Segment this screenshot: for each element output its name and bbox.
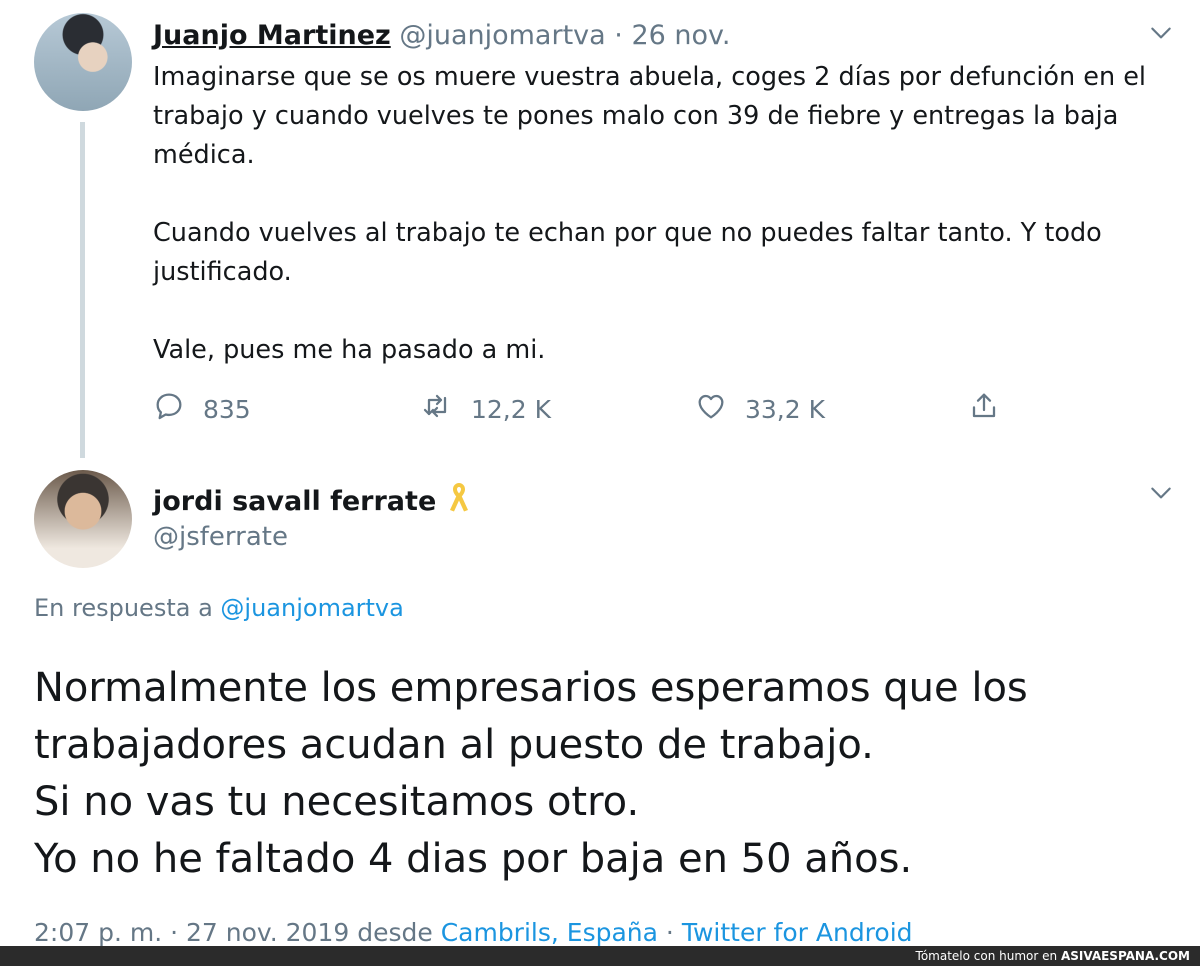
retweet-icon — [421, 390, 453, 428]
chevron-down-icon[interactable] — [1148, 480, 1174, 512]
reply-text: Normalmente los empresarios esperamos qu… — [34, 660, 1174, 888]
tweet-client[interactable]: Twitter for Android — [682, 918, 913, 947]
reply-text-line: trabajadores acudan al puesto de trabajo… — [34, 722, 874, 768]
reply-count: 835 — [203, 394, 251, 424]
tweet-meta: 2:07 p. m. · 27 nov. 2019 desde Cambrils… — [34, 918, 913, 947]
reply-button[interactable]: 835 — [153, 390, 251, 428]
heart-icon — [695, 390, 727, 428]
reply-header: jordi savall ferrate — [153, 480, 472, 525]
tweet-text-line: justificado. — [153, 257, 292, 287]
tweet-actions: 835 12,2 K 33,2 K — [153, 390, 1053, 430]
tweet-header: Juanjo Martinez @juanjomartva · 26 nov. — [153, 18, 731, 54]
thread-line — [80, 122, 85, 458]
tweet-original: Juanjo Martinez @juanjomartva · 26 nov. … — [0, 0, 1200, 460]
reply-to-link[interactable]: @juanjomartva — [220, 594, 403, 622]
tweet-text-line: trabajo y cuando vuelves te pones malo c… — [153, 101, 1119, 131]
share-button[interactable] — [968, 390, 1000, 428]
meta-separator: · — [665, 918, 674, 947]
tweet-text-line: Vale, pues me ha pasado a mi. — [153, 335, 546, 365]
tweet-location[interactable]: Cambrils, España — [441, 918, 658, 947]
author-handle[interactable]: @jsferrate — [153, 522, 288, 552]
watermark-brand[interactable]: ASIVAESPANA.COM — [1061, 949, 1190, 963]
author-name[interactable]: Juanjo Martinez — [153, 20, 391, 51]
reply-context: En respuesta a @juanjomartva — [34, 594, 404, 622]
tweet-text-line: Cuando vuelves al trabajo te echan por q… — [153, 218, 1102, 248]
tweet-timestamp[interactable]: 2:07 p. m. · 27 nov. 2019 desde — [34, 918, 433, 947]
reply-text-line: Si no vas tu necesitamos otro. — [34, 779, 640, 825]
retweet-count: 12,2 K — [471, 394, 552, 424]
author-name[interactable]: jordi savall ferrate — [153, 486, 436, 517]
tweet-text-line: médica. — [153, 140, 255, 170]
retweet-button[interactable]: 12,2 K — [421, 390, 551, 428]
avatar[interactable] — [34, 13, 132, 111]
share-icon — [968, 390, 1000, 428]
avatar[interactable] — [34, 470, 132, 568]
reply-text-line: Yo no he faltado 4 dias por baja en 50 a… — [34, 836, 913, 882]
like-count: 33,2 K — [745, 394, 826, 424]
author-handle[interactable]: @juanjomartva — [399, 20, 605, 51]
tweet-date[interactable]: 26 nov. — [631, 20, 730, 51]
chevron-down-icon[interactable] — [1148, 20, 1174, 52]
header-separator: · — [614, 20, 623, 51]
yellow-ribbon-icon — [446, 480, 472, 525]
reply-icon — [153, 390, 185, 428]
tweet-text: Imaginarse que se os muere vuestra abuel… — [153, 58, 1183, 370]
watermark-text: Tómatelo con humor en — [915, 949, 1058, 963]
watermark-bar: Tómatelo con humor en ASIVAESPANA.COM — [0, 946, 1200, 966]
like-button[interactable]: 33,2 K — [695, 390, 825, 428]
tweet-text-line: Imaginarse que se os muere vuestra abuel… — [153, 62, 1147, 92]
reply-text-line: Normalmente los empresarios esperamos qu… — [34, 665, 1028, 711]
reply-prefix: En respuesta a — [34, 594, 213, 622]
